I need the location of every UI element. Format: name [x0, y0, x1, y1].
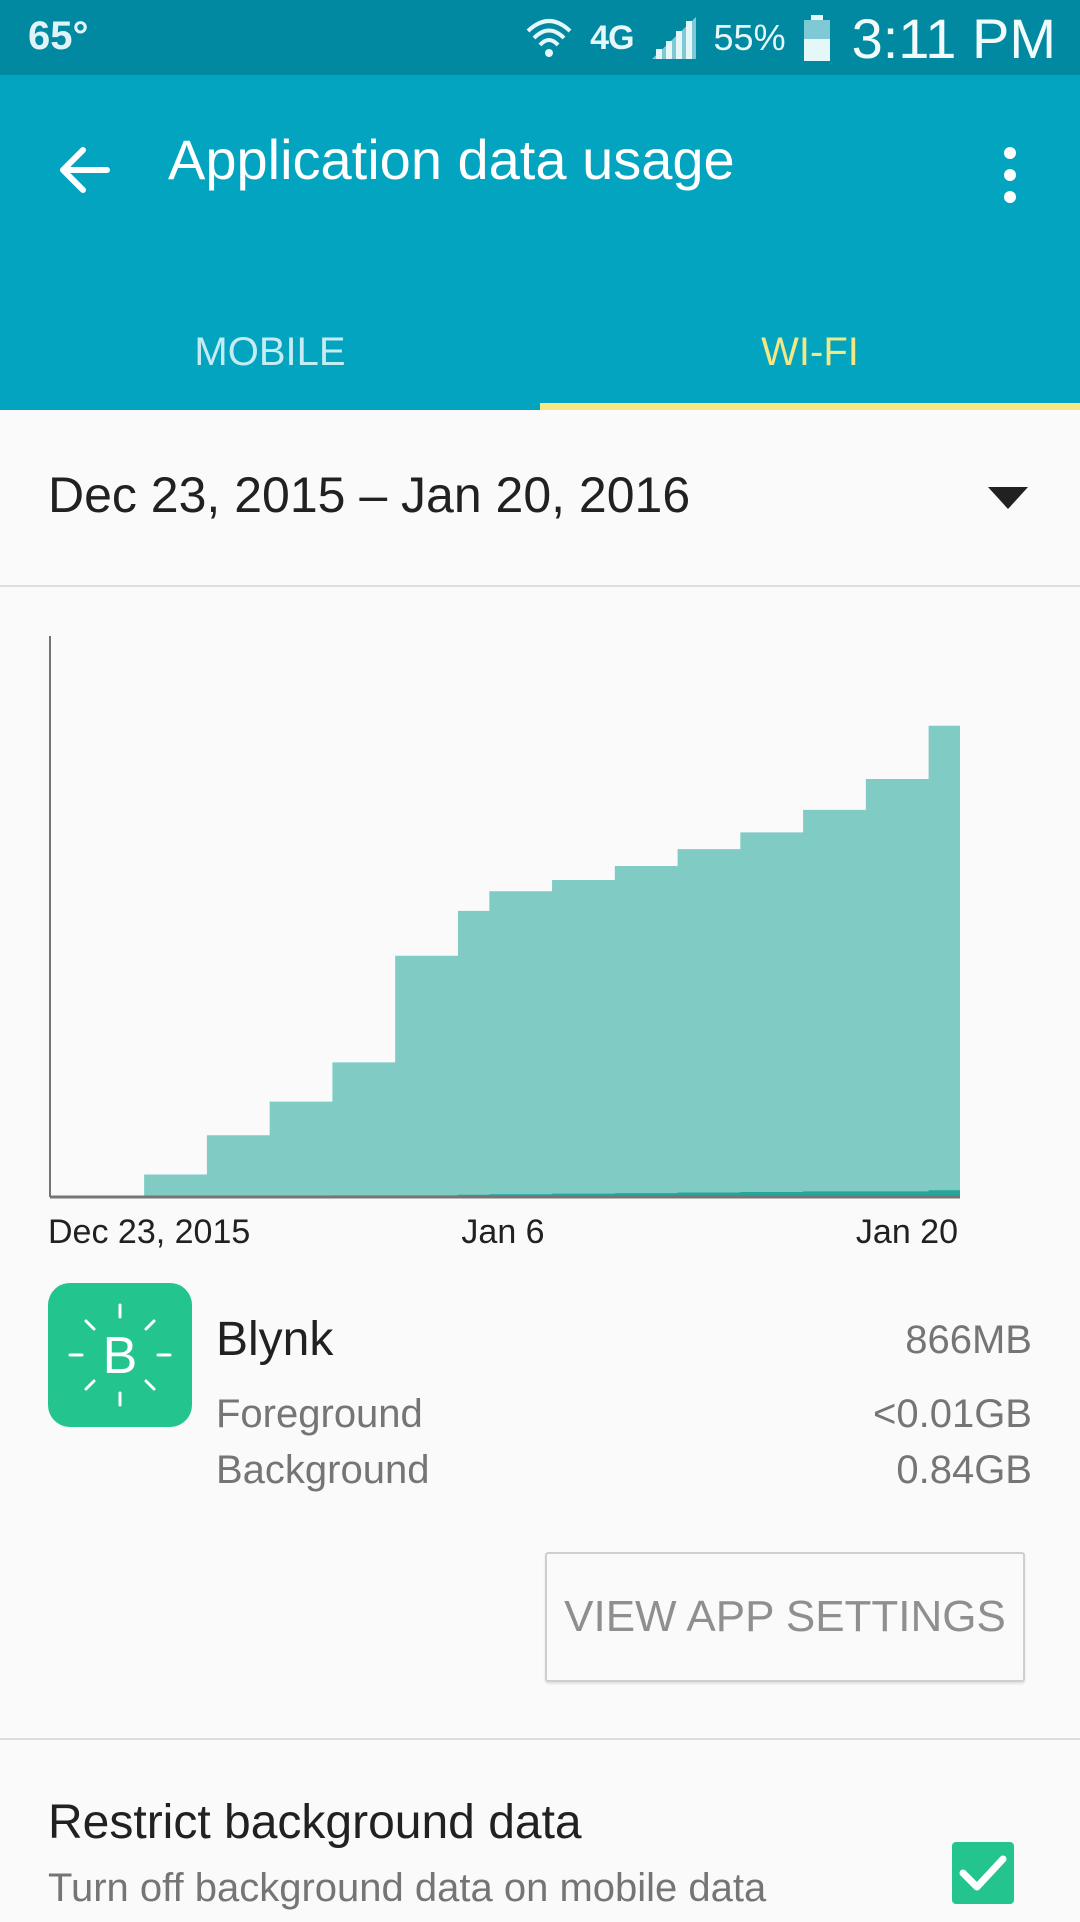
battery-icon — [803, 15, 830, 61]
status-icons: 4G 55% 3:11 PM — [524, 6, 1056, 70]
date-range-label: Dec 23, 2015 – Jan 20, 2016 — [48, 467, 691, 523]
tab-wifi[interactable]: WI-FI — [540, 295, 1080, 410]
app-icon-letter: B — [103, 1327, 138, 1385]
date-range-selector[interactable]: Dec 23, 2015 – Jan 20, 2016 — [0, 410, 1080, 587]
foreground-label: Foreground — [216, 1392, 423, 1436]
background-value: 0.84GB — [896, 1448, 1032, 1492]
view-app-settings-label: VIEW APP SETTINGS — [564, 1592, 1006, 1641]
app-usage-row: B Blynk 866MB Foreground <0.01GB Backgro… — [0, 1280, 1080, 1510]
restrict-title: Restrict background data — [48, 1796, 582, 1849]
x-tick-label-end: Jan 20 — [856, 1213, 958, 1251]
restrict-checkbox[interactable] — [952, 1842, 1014, 1904]
back-button[interactable] — [40, 125, 130, 215]
more-vert-icon — [1004, 147, 1016, 203]
foreground-value: <0.01GB — [872, 1392, 1032, 1436]
arrow-back-icon — [60, 147, 110, 193]
temperature: 65° — [28, 14, 89, 58]
wifi-icon — [526, 19, 572, 57]
tab-indicator — [540, 403, 1080, 410]
tab-wifi-label: WI-FI — [761, 330, 859, 374]
network-4g-lte-icon: 4G — [590, 18, 634, 57]
tab-bar: MOBILE WI-FI — [0, 295, 1080, 410]
x-tick-label-mid: Jan 6 — [461, 1213, 544, 1251]
restrict-description: Turn off background data on mobile data — [48, 1866, 767, 1910]
chart-area-total — [81, 725, 960, 1197]
status-bar: 65° 4G 55% 3:11 PM — [0, 0, 1080, 75]
app-name: Blynk — [216, 1313, 334, 1366]
blynk-logo-icon: B — [48, 1283, 192, 1427]
usage-chart: Dec 23, 2015 Jan 6 Jan 20 — [48, 636, 960, 1251]
x-tick-label-start: Dec 23, 2015 — [48, 1213, 250, 1251]
view-app-settings-button[interactable]: VIEW APP SETTINGS — [545, 1552, 1025, 1682]
app-total-usage: 866MB — [905, 1318, 1032, 1362]
page-title: Application data usage — [168, 128, 735, 191]
battery-percent: 55% — [713, 17, 786, 58]
dropdown-arrow-icon — [982, 476, 1034, 520]
check-icon — [959, 1855, 1007, 1891]
background-label: Background — [216, 1448, 430, 1492]
clock: 3:11 PM — [851, 6, 1056, 70]
signal-icon — [651, 17, 696, 59]
restrict-background-row[interactable]: Restrict background data Turn off backgr… — [0, 1740, 1080, 1920]
tab-mobile-label: MOBILE — [194, 330, 346, 374]
more-options-button[interactable] — [980, 130, 1040, 220]
tab-mobile[interactable]: MOBILE — [0, 295, 540, 410]
app-bar: Application data usage MOBILE WI-FI — [0, 75, 1080, 410]
